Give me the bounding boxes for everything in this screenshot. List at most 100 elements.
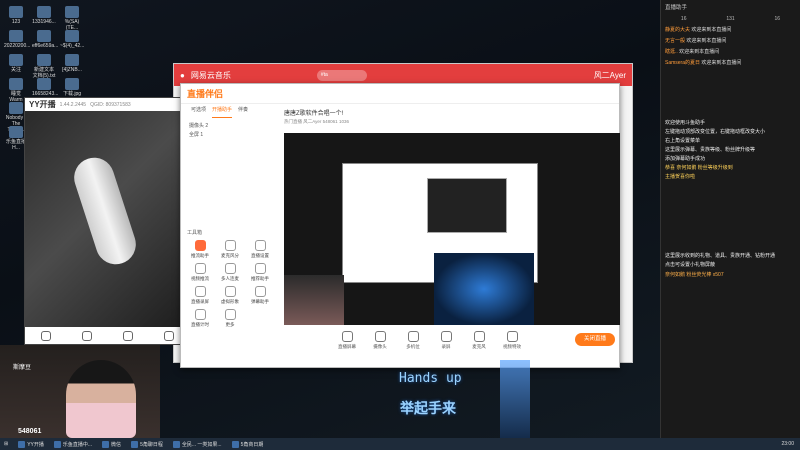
yy-window[interactable]: YY开播 1.44.2.2445 QGID: 809371583 [24, 97, 190, 345]
tool-item[interactable]: 推荐助手 [245, 263, 275, 282]
control-button[interactable]: 摄像头 [369, 331, 391, 350]
control-label: 多机位 [406, 344, 420, 349]
yy-image-icon[interactable] [122, 330, 133, 341]
chat-panel[interactable]: 直播助手 16 131 16 静夏的大夫 欢迎来到本直播间 无言一般 欢迎来到本直… [660, 0, 800, 438]
desktop-icon[interactable]: %(SA)(TE... [60, 6, 84, 31]
go-live-button[interactable]: 关闭直播 [575, 333, 615, 346]
lyric-chinese: 举起手来 [400, 400, 456, 416]
live-assistant-window[interactable]: 直播伴侣 可选项 开播助手 伴奏 摄像头 2 全屏 1 工具箱 推流助手 麦克风分… [180, 83, 620, 368]
system-line: 欢迎使用斗鱼助手 [665, 120, 706, 126]
app-icon [131, 440, 139, 448]
tab-1[interactable]: 开播助手 [212, 106, 233, 118]
taskbar-item[interactable]: 微信 [102, 440, 122, 448]
yy-settings-icon[interactable] [163, 330, 174, 341]
yy-crop-icon[interactable] [81, 330, 92, 341]
gift-info-line: 这里展示收到的礼物、道具、贵族开通、钻粉开通 [665, 253, 776, 259]
tool-item[interactable]: 弹幕助手 [245, 286, 275, 305]
desktop-icon[interactable]: 123 [4, 6, 28, 25]
taskbar-item[interactable]: 全民... 一类如果... [172, 440, 222, 448]
start-button[interactable]: ⊞ [4, 441, 8, 447]
yy-qid: QGID: 809371583 [90, 101, 131, 108]
chat-messages: 静夏的大夫 欢迎来到本直播间 无言一般 欢迎来到本直播间 瞎逛.. 欢迎来到本直播间… [661, 25, 800, 69]
desktop-icon-label: ~$(4)_42... [60, 43, 85, 49]
tool-item[interactable]: 视频推流 [185, 263, 215, 282]
taskbar-item[interactable]: YY开播 [18, 440, 44, 448]
desktop-icon[interactable]: [4]ZNB... [60, 54, 84, 73]
viewer-count: 548061 [18, 428, 42, 435]
scene-item[interactable]: 摄像头 2 [189, 122, 208, 131]
tool-item[interactable]: 虚拟形象 [215, 286, 245, 305]
taskbar-item[interactable]: 5角商日期 [231, 440, 263, 448]
desktop-icon[interactable]: 新建文本文档(5).txt [32, 54, 56, 79]
music-logo-icon: ● [180, 70, 185, 80]
tool-label: 更多 [225, 322, 235, 327]
stat-online: 131 [726, 16, 735, 22]
file-icon [65, 6, 79, 18]
control-button[interactable]: 多机位 [402, 331, 424, 350]
desktop-icon[interactable]: 下载.jpg [60, 78, 84, 97]
control-button[interactable]: 麦克风 [468, 331, 490, 350]
chat-user[interactable]: 瞎逛.. [665, 49, 678, 55]
taskbar-item[interactable]: 乐鱼直播中... [53, 440, 92, 448]
tool-item[interactable]: 直播录屏 [185, 286, 215, 305]
tool-label: 虚拟形象 [221, 299, 239, 304]
desktop-icon-label: eff6e659a... [32, 43, 59, 49]
chat-user[interactable]: 无言一般 [665, 38, 685, 44]
yy-camera-icon[interactable] [40, 330, 51, 341]
file-icon [65, 54, 79, 66]
tool-label: 多人连麦 [221, 276, 239, 281]
taskbar-label: 5角聊日程 [140, 441, 163, 448]
lyric-english: Hands up [399, 371, 462, 386]
control-icon [374, 331, 386, 342]
tool-item[interactable]: 更多 [215, 309, 245, 328]
control-label: 麦克风 [472, 344, 486, 349]
desktop-icon[interactable]: ~$(4)_42... [60, 30, 84, 49]
assistant-tabs: 可选项 开播助手 伴奏 [181, 106, 276, 118]
tool-label: 直播计时 [191, 322, 209, 327]
tool-icon [254, 286, 266, 297]
desktop-icon[interactable]: 20220200... [4, 30, 30, 49]
chat-user[interactable]: 静夏的大夫 [665, 27, 690, 33]
desktop-icon[interactable]: 关注 [4, 54, 28, 73]
control-label: 直播屏幕 [338, 344, 356, 349]
tool-icon [194, 309, 206, 320]
music-search-input[interactable]: #ta [316, 69, 367, 81]
tool-icon [194, 286, 206, 297]
file-icon [37, 54, 51, 66]
assistant-header: 直播伴侣 [181, 84, 619, 104]
chat-message: 瞎逛.. 欢迎来到本直播间 [661, 47, 800, 58]
system-line: 这里展示弹幕、贵族等级、粉丝牌升级等 [665, 147, 756, 153]
system-lines: 欢迎使用斗鱼助手左键拖动顶部改变位置，右键拖动框改变大小 右上角设置菜单这里展示弹… [661, 119, 800, 164]
system-line: 右上角设置菜单 [665, 138, 701, 144]
tab-2[interactable]: 伴奏 [238, 106, 248, 118]
tool-label: 弹幕助手 [251, 299, 269, 304]
stat-fans: 16 [680, 16, 687, 22]
yy-version: 1.44.2.2445 [59, 101, 87, 108]
taskbar-item[interactable]: 5角聊日程 [131, 440, 163, 448]
taskbar-label: 微信 [111, 441, 122, 448]
control-icon [473, 331, 485, 342]
file-icon [37, 30, 51, 42]
control-icon [407, 331, 419, 342]
chat-user[interactable]: Samsera的夏日 [665, 60, 700, 66]
control-button[interactable]: 直播屏幕 [336, 331, 358, 350]
scene-item[interactable]: 全屏 1 [189, 131, 208, 140]
tab-0[interactable]: 可选项 [191, 106, 206, 118]
tool-item[interactable]: 多人连麦 [215, 263, 245, 282]
tool-item[interactable]: 直播设置 [245, 240, 275, 259]
music-user[interactable]: 风二Ayer [594, 70, 626, 81]
desktop-icon[interactable]: 1331946... [32, 6, 56, 25]
control-button[interactable]: 录屏 [435, 331, 457, 350]
tool-icon [224, 286, 236, 297]
app-icon [102, 440, 110, 448]
tool-item[interactable]: 麦克风分 [215, 240, 245, 259]
tool-item[interactable]: 直播计时 [185, 309, 215, 328]
control-button[interactable]: 视频特效 [501, 331, 523, 350]
desktop-icon[interactable]: 16658243... [32, 78, 58, 97]
file-icon [37, 6, 51, 18]
tool-item[interactable]: 推流助手 [185, 240, 215, 259]
taskbar-label: 全民... 一类如果... [181, 441, 222, 448]
chat-message: 无言一般 欢迎来到本直播间 [661, 36, 800, 47]
desktop-icon[interactable]: eff6e659a... [32, 30, 59, 49]
system-line: 左键拖动顶部改变位置，右键拖动框改变大小 [665, 129, 766, 135]
